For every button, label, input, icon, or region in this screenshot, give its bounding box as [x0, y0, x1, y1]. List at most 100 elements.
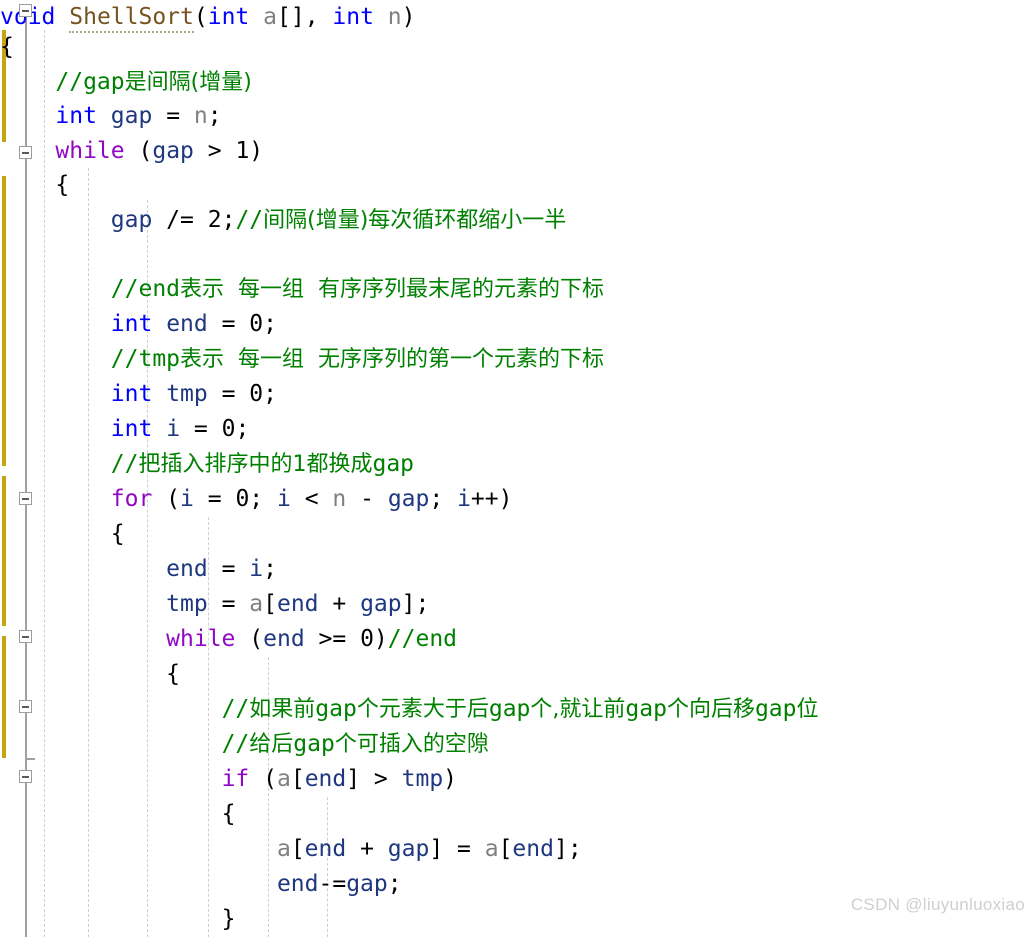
- code-token: 给后: [249, 732, 294, 757]
- code-token: 间隔(增量)每次循环都缩小一半: [263, 208, 567, 233]
- code-line[interactable]: tmp = a[end + gap];: [0, 587, 429, 622]
- code-line[interactable]: //gap是间隔(增量): [0, 65, 251, 100]
- code-token: +: [346, 836, 388, 862]
- code-token: end: [512, 836, 554, 862]
- code-token: 个元素大于后: [356, 697, 489, 722]
- code-line[interactable]: end-=gap;: [0, 867, 402, 902]
- code-token: 表示 每一组 有序序列最末尾的元素的下标: [180, 277, 605, 302]
- code-line[interactable]: {: [0, 517, 125, 552]
- code-token: =: [207, 591, 250, 617]
- code-line[interactable]: {: [0, 30, 14, 65]
- code-token: 表示 每一组 无序序列的第一个元素的下标: [180, 347, 605, 372]
- code-token: while: [55, 138, 125, 164]
- code-line[interactable]: //tmp表示 每一组 无序序列的第一个元素的下标: [0, 342, 604, 377]
- code-line[interactable]: end = i;: [0, 552, 277, 587]
- code-token: //gap: [55, 69, 125, 95]
- code-token: gap: [625, 696, 667, 722]
- code-token: -: [346, 486, 388, 512]
- code-token: a: [276, 836, 291, 862]
- code-line[interactable]: //把插入排序中的1都换成gap: [0, 447, 414, 482]
- code-token: ;: [263, 381, 277, 407]
- code-token: gap: [372, 451, 415, 477]
- code-line[interactable]: void ShellSort(int a[], int n): [0, 0, 416, 35]
- code-token: //: [221, 696, 250, 722]
- code-line[interactable]: }: [0, 902, 236, 937]
- code-line[interactable]: {: [0, 797, 236, 832]
- code-token: ];: [553, 836, 582, 862]
- code-token: >: [193, 138, 236, 164]
- code-token: (: [235, 626, 264, 652]
- code-token: ): [373, 626, 388, 652]
- code-token: ): [401, 4, 416, 30]
- code-token: gap: [387, 486, 430, 512]
- code-token: (: [193, 4, 208, 30]
- code-token: int: [110, 416, 153, 442]
- code-token: ): [443, 766, 458, 792]
- code-token: 把插入排序中的1都换成: [138, 452, 373, 477]
- code-token: {: [55, 172, 70, 198]
- code-token: >=: [304, 626, 361, 652]
- code-token: {: [0, 34, 14, 60]
- code-token: end: [166, 311, 208, 337]
- fold-collapse-icon[interactable]: [19, 700, 32, 713]
- code-token: [],: [277, 4, 333, 30]
- code-line[interactable]: while (gap > 1): [0, 134, 263, 169]
- code-token: gap: [152, 138, 194, 164]
- code-line[interactable]: if (a[end] > tmp): [0, 762, 457, 797]
- fold-collapse-icon[interactable]: [19, 770, 32, 783]
- code-token: if: [221, 766, 250, 792]
- code-line[interactable]: {: [0, 168, 69, 203]
- code-line[interactable]: for (i = 0; i < n - gap; i++): [0, 482, 513, 517]
- fold-collapse-icon[interactable]: [19, 492, 32, 505]
- code-token: while: [166, 626, 236, 652]
- code-token: a: [263, 4, 277, 30]
- code-line[interactable]: gap /= 2;//间隔(增量)每次循环都缩小一半: [0, 203, 567, 238]
- code-line[interactable]: int tmp = 0;: [0, 377, 277, 412]
- code-token: int: [207, 4, 250, 30]
- code-token: [: [290, 766, 305, 792]
- code-token: //end: [110, 276, 181, 302]
- code-token: -=: [318, 871, 347, 897]
- code-line[interactable]: int i = 0;: [0, 412, 250, 447]
- code-token: //end: [387, 626, 458, 652]
- code-line[interactable]: a[end + gap] = a[end];: [0, 832, 582, 867]
- code-token: gap: [754, 696, 797, 722]
- code-token: 个可插入的空隙: [334, 732, 489, 757]
- code-editor-surface[interactable]: void ShellSort(int a[], int n){ //gap是间隔…: [0, 0, 1035, 937]
- code-token: tmp: [166, 381, 208, 407]
- fold-collapse-icon[interactable]: [19, 146, 32, 159]
- code-line[interactable]: //如果前gap个元素大于后gap个,就让前gap个向后移gap位: [0, 692, 819, 727]
- code-token: [: [498, 836, 513, 862]
- code-line[interactable]: {: [0, 657, 180, 692]
- code-token: end: [276, 871, 319, 897]
- code-token: 2: [207, 207, 222, 233]
- code-token: gap: [360, 591, 402, 617]
- code-line[interactable]: //end表示 每一组 有序序列最末尾的元素的下标: [0, 272, 604, 307]
- fold-collapse-icon[interactable]: [19, 630, 32, 643]
- code-line[interactable]: while (end >= 0)//end: [0, 622, 457, 657]
- code-token: 0: [249, 381, 264, 407]
- code-token: 如果前: [249, 697, 316, 722]
- code-token: [: [263, 591, 277, 617]
- code-token: //tmp: [110, 346, 181, 372]
- code-token: (: [152, 486, 181, 512]
- code-token: end: [276, 591, 319, 617]
- code-token: /=: [152, 207, 208, 233]
- code-token: ;: [221, 207, 236, 233]
- fold-collapse-icon[interactable]: [19, 4, 32, 17]
- code-line[interactable]: //给后gap个可插入的空隙: [0, 727, 489, 762]
- code-token: =: [180, 416, 222, 442]
- code-line[interactable]: int gap = n;: [0, 99, 221, 134]
- code-line[interactable]: int end = 0;: [0, 307, 277, 342]
- code-token: gap: [293, 731, 335, 757]
